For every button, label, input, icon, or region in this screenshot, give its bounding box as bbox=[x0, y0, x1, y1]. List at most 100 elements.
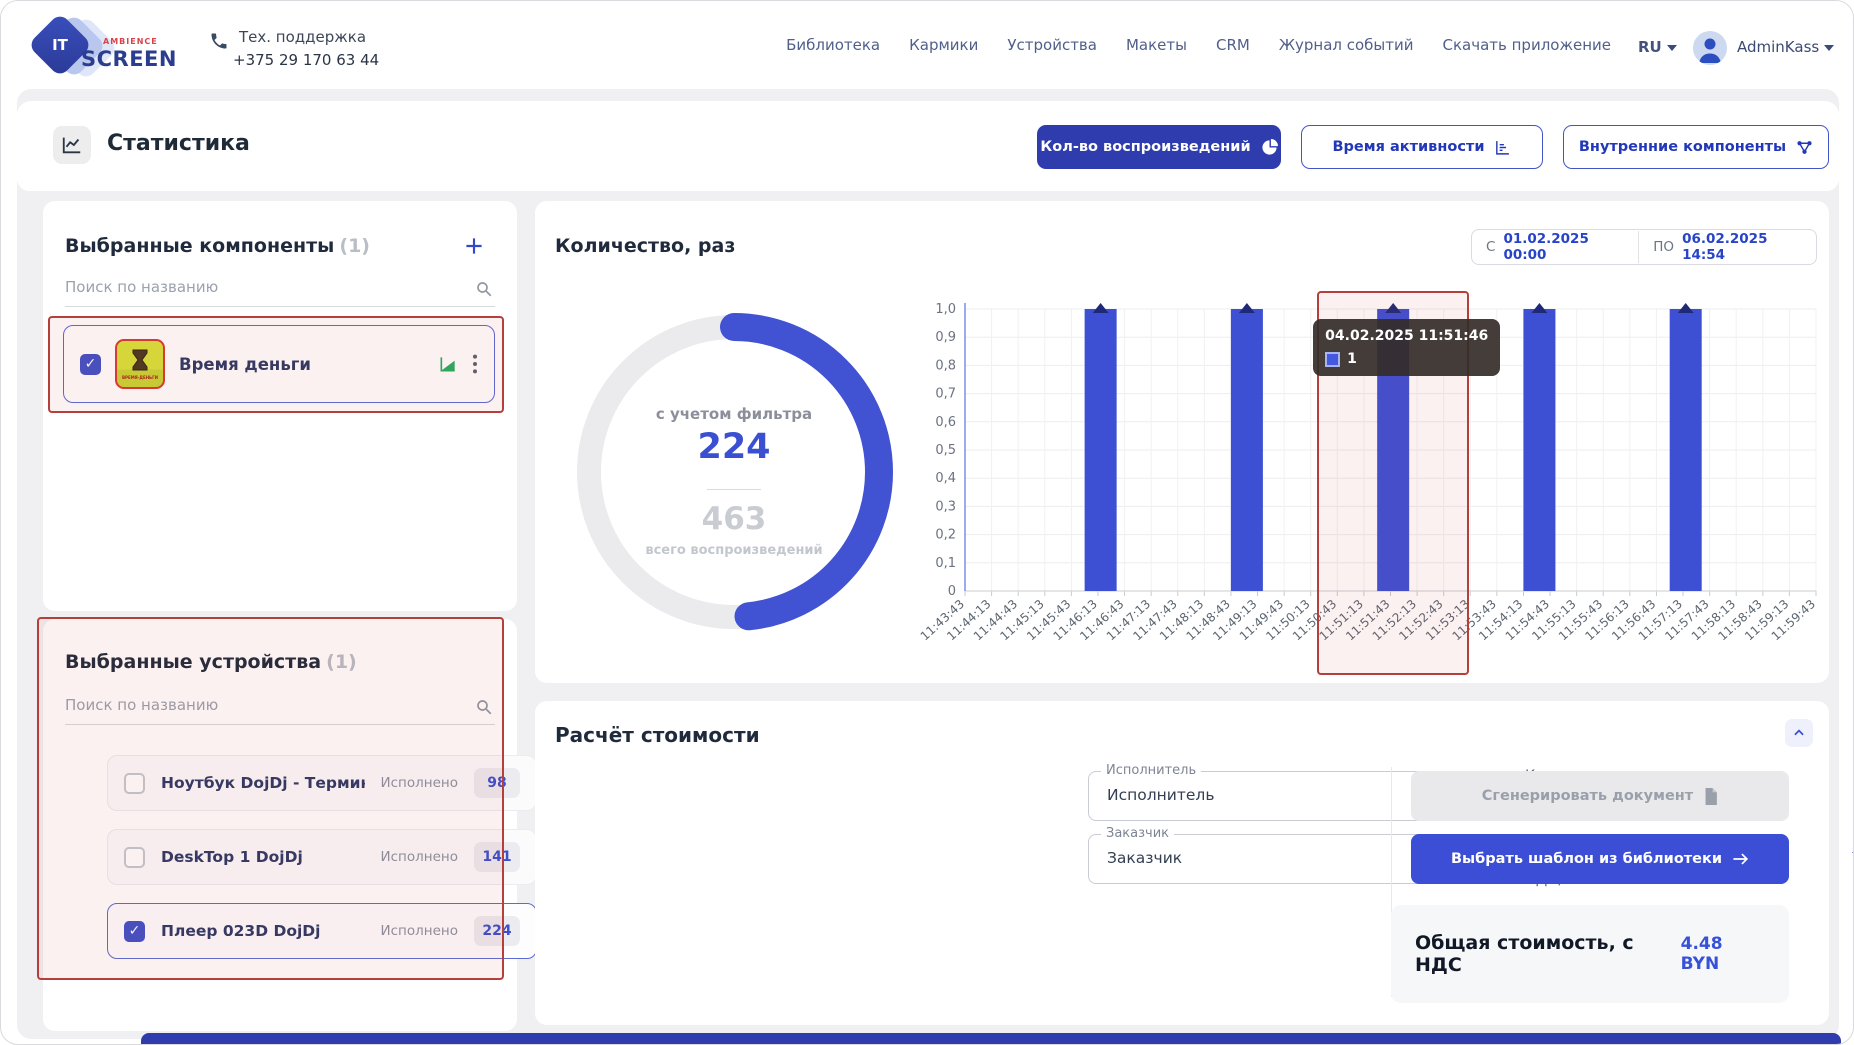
device-checkbox-2[interactable]: ✓ bbox=[124, 921, 145, 942]
cost-title: Расчёт стоимости bbox=[555, 723, 760, 747]
lang-switcher[interactable]: RU bbox=[1638, 38, 1677, 56]
hourglass-icon bbox=[130, 349, 150, 375]
nav-item-4[interactable]: CRM bbox=[1216, 36, 1250, 54]
performer-select-label: Исполнитель bbox=[1101, 763, 1201, 778]
components-panel: Выбранные компоненты (1) ✓ ВРЕМЯ-ДЕНЬГИ … bbox=[43, 201, 517, 611]
title-band: Статистика Кол-во воспроизведений Время … bbox=[17, 101, 1839, 191]
device-row-1[interactable]: DeskTop 1 DojDjИсполнено141 bbox=[107, 829, 537, 885]
total-cost-label: Общая стоимость, с НДС bbox=[1415, 932, 1681, 976]
component-stats-icon[interactable] bbox=[438, 354, 458, 374]
lang-caret-icon bbox=[1667, 45, 1677, 51]
chart-panel: Количество, раз С 01.02.2025 00:00 ПО 06… bbox=[535, 201, 1829, 683]
date-from-label: С bbox=[1486, 239, 1495, 255]
device-name: Ноутбук DojDj - Терминал... bbox=[161, 774, 365, 792]
nav-item-5[interactable]: Журнал событий bbox=[1279, 36, 1414, 54]
playbacks-count-label: Кол-во воспроизведений bbox=[1040, 139, 1250, 155]
device-checkbox-0[interactable] bbox=[124, 773, 145, 794]
svg-text:0,1: 0,1 bbox=[935, 556, 956, 571]
date-range-picker[interactable]: С 01.02.2025 00:00 ПО 06.02.2025 14:54 bbox=[1471, 229, 1817, 265]
phone-icon bbox=[209, 31, 229, 51]
tooltip-value: 1 bbox=[1347, 351, 1357, 367]
performer-select-value: Исполнитель bbox=[1107, 786, 1214, 804]
footer-bar bbox=[141, 1033, 1841, 1045]
search-icon[interactable] bbox=[475, 698, 493, 716]
donut-total-value: 463 bbox=[569, 501, 899, 537]
svg-text:0,7: 0,7 bbox=[935, 387, 956, 402]
svg-text:0: 0 bbox=[948, 584, 956, 599]
internal-components-button[interactable]: Внутренние компоненты bbox=[1563, 125, 1829, 169]
arrow-right-icon bbox=[1732, 852, 1749, 866]
user-avatar[interactable] bbox=[1693, 31, 1727, 65]
logo-screen-text: SCREEN bbox=[81, 47, 177, 71]
main-nav: БиблиотекаКармикиУстройстваМакетыCRMЖурн… bbox=[831, 1, 1611, 89]
generate-document-button[interactable]: Сгенерировать документ bbox=[1411, 771, 1789, 821]
total-cost-value: 4.48 BYN bbox=[1681, 934, 1765, 974]
app-window: IT AMBIENCE SCREEN Тех. поддержка +375 2… bbox=[0, 0, 1854, 1045]
device-count-badge: 141 bbox=[474, 842, 520, 872]
devices-search-input[interactable] bbox=[65, 696, 443, 714]
collapse-button[interactable] bbox=[1785, 719, 1813, 747]
activity-time-label: Время активности bbox=[1333, 139, 1485, 155]
app-logo[interactable]: IT AMBIENCE SCREEN bbox=[29, 17, 179, 75]
component-item-row[interactable]: ✓ ВРЕМЯ-ДЕНЬГИ Время деньги bbox=[63, 325, 495, 403]
logo-ambience-text: AMBIENCE bbox=[103, 37, 158, 46]
date-from-value: 01.02.2025 00:00 bbox=[1503, 231, 1624, 263]
nav-item-3[interactable]: Макеты bbox=[1126, 36, 1187, 54]
svg-text:0,4: 0,4 bbox=[935, 471, 956, 486]
search-icon[interactable] bbox=[475, 280, 493, 298]
component-checkbox[interactable]: ✓ bbox=[80, 354, 101, 375]
logo-it-text: IT bbox=[37, 22, 83, 68]
device-row-0[interactable]: Ноутбук DojDj - Терминал... Исполнено 98 bbox=[107, 755, 537, 811]
component-menu-icon[interactable] bbox=[472, 353, 478, 375]
generate-document-label: Сгенерировать документ bbox=[1482, 788, 1693, 804]
playbacks-count-button[interactable]: Кол-во воспроизведений bbox=[1037, 125, 1281, 169]
add-component-icon[interactable] bbox=[461, 233, 487, 259]
device-done-label: Исполнено bbox=[381, 923, 458, 939]
choose-template-label: Выбрать шаблон из библиотеки bbox=[1451, 851, 1722, 867]
document-icon bbox=[1703, 788, 1718, 805]
components-count: (1) bbox=[339, 235, 370, 257]
date-to-label: ПО bbox=[1653, 239, 1674, 255]
device-checkbox-1[interactable] bbox=[124, 847, 145, 868]
components-panel-title: Выбранные компоненты bbox=[65, 235, 334, 257]
customer-select-label: Заказчик bbox=[1101, 826, 1174, 841]
nav-item-2[interactable]: Устройства bbox=[1007, 36, 1097, 54]
activity-time-button[interactable]: Время активности bbox=[1301, 125, 1543, 169]
customer-select-value: Заказчик bbox=[1107, 849, 1182, 867]
device-done-label: Исполнено bbox=[381, 849, 458, 865]
donut-filtered-value: 224 bbox=[569, 427, 899, 467]
nav-item-6[interactable]: Скачать приложение bbox=[1443, 36, 1612, 54]
choose-template-button[interactable]: Выбрать шаблон из библиотеки bbox=[1411, 834, 1789, 884]
component-thumbnail: ВРЕМЯ-ДЕНЬГИ bbox=[115, 339, 165, 389]
svg-text:1,0: 1,0 bbox=[935, 302, 956, 317]
donut-divider bbox=[707, 489, 761, 490]
device-row-2[interactable]: ✓ Плеер 023D DojDj Исполнено 224 bbox=[107, 903, 537, 959]
svg-text:0,8: 0,8 bbox=[935, 358, 956, 373]
components-search-input[interactable] bbox=[65, 278, 443, 296]
nav-item-1[interactable]: Кармики bbox=[909, 36, 978, 54]
support-label: Тех. поддержка bbox=[239, 28, 366, 46]
device-name: Плеер 023D DojDj bbox=[161, 922, 365, 940]
date-to-value: 06.02.2025 14:54 bbox=[1682, 231, 1802, 263]
chevron-up-icon bbox=[1792, 726, 1806, 740]
network-icon bbox=[1796, 139, 1813, 156]
svg-text:0,5: 0,5 bbox=[935, 443, 956, 458]
user-menu[interactable]: AdminKass bbox=[1737, 38, 1834, 56]
device-done-label: Исполнено bbox=[381, 775, 458, 791]
support-phone[interactable]: +375 29 170 63 44 bbox=[233, 51, 379, 69]
person-icon bbox=[1693, 31, 1727, 65]
device-count-badge: 98 bbox=[474, 768, 520, 798]
tooltip-datetime: 04.02.2025 11:51:46 bbox=[1325, 328, 1488, 344]
donut-filtered-label: с учетом фильтра bbox=[569, 405, 899, 423]
components-search bbox=[65, 277, 495, 307]
user-caret-icon bbox=[1824, 45, 1834, 51]
page-title: Статистика bbox=[107, 131, 250, 156]
thumbnail-caption: ВРЕМЯ-ДЕНЬГИ bbox=[122, 375, 158, 380]
chart-title: Количество, раз bbox=[555, 235, 735, 257]
devices-count: (1) bbox=[326, 651, 357, 673]
nav-item-0[interactable]: Библиотека bbox=[786, 36, 880, 54]
app-header: IT AMBIENCE SCREEN Тех. поддержка +375 2… bbox=[1, 1, 1854, 89]
donut-chart bbox=[569, 307, 899, 637]
line-chart-icon bbox=[61, 134, 83, 156]
device-count-badge: 224 bbox=[474, 916, 520, 946]
